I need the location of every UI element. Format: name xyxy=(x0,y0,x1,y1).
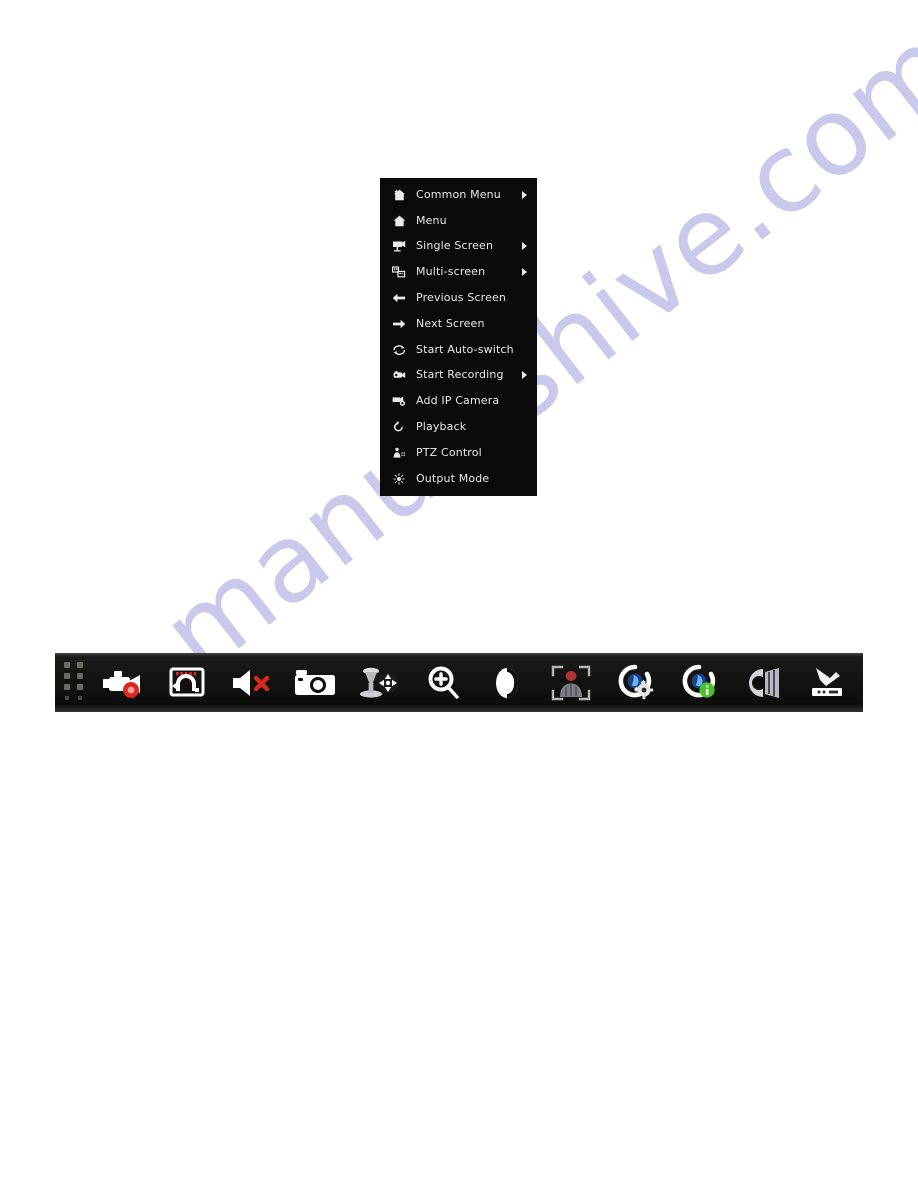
menu-item-label: PTZ Control xyxy=(416,445,482,459)
fisheye-button[interactable] xyxy=(731,657,795,709)
speaker-mute-icon xyxy=(233,669,270,696)
close-arrow-down-icon xyxy=(812,667,842,696)
digital-zoom-button[interactable] xyxy=(411,657,475,709)
auto-switch-icon xyxy=(390,342,408,358)
ptz-control-button[interactable] xyxy=(347,657,411,709)
manual-record-button[interactable] xyxy=(91,657,155,709)
home-icon xyxy=(390,213,408,229)
ptz-control-icon xyxy=(390,445,408,461)
menu-item-label: Start Auto-switch xyxy=(416,342,514,356)
information-button[interactable] xyxy=(667,657,731,709)
single-screen-icon xyxy=(390,238,408,254)
image-settings-button[interactable] xyxy=(475,657,539,709)
magnifier-plus-icon xyxy=(428,666,459,699)
chevron-right-icon xyxy=(522,268,527,277)
menu-item-output-mode[interactable]: Output Mode xyxy=(380,466,537,492)
chevron-right-icon xyxy=(522,242,527,251)
live-view-gear-icon xyxy=(618,664,654,699)
menu-item-common-menu[interactable]: Common Menu xyxy=(380,182,537,208)
menu-item-previous-screen[interactable]: Previous Screen xyxy=(380,285,537,311)
capture-button[interactable] xyxy=(283,657,347,709)
menu-item-label: Start Recording xyxy=(416,368,504,382)
multi-screen-icon xyxy=(390,264,408,280)
quick-access-toolbar[interactable] xyxy=(55,653,863,712)
menu-item-label: Add IP Camera xyxy=(416,394,500,408)
face-detection-button[interactable] xyxy=(539,657,603,709)
playback-icon xyxy=(390,419,408,435)
live-view-info-icon xyxy=(682,664,716,698)
drag-handle-dots[interactable] xyxy=(59,662,89,703)
menu-item-start-recording[interactable]: Start Recording xyxy=(380,363,537,389)
menu-item-next-screen[interactable]: Next Screen xyxy=(380,311,537,337)
menu-item-playback[interactable]: Playback xyxy=(380,414,537,440)
right-click-context-menu[interactable]: Common Menu Menu Single Screen Multi-scr… xyxy=(380,178,537,496)
chevron-right-icon xyxy=(522,190,527,199)
audio-mute-button[interactable] xyxy=(219,657,283,709)
face-detect-frame-icon xyxy=(551,665,591,700)
contrast-circle-icon xyxy=(496,667,518,698)
menu-item-label: Previous Screen xyxy=(416,291,507,305)
menu-item-label: Next Screen xyxy=(416,316,485,330)
menu-item-add-ip-camera[interactable]: Add IP Camera xyxy=(380,388,537,414)
menu-item-label: Multi-screen xyxy=(416,265,486,279)
ptz-joystick-icon xyxy=(360,667,398,698)
menu-item-label: Playback xyxy=(416,420,467,434)
menu-item-multi-screen[interactable]: Multi-screen xyxy=(380,259,537,285)
video-camera-record-icon xyxy=(100,666,146,700)
instant-playback-button[interactable] xyxy=(155,657,219,709)
menu-item-start-auto-switch[interactable]: Start Auto-switch xyxy=(380,337,537,363)
menu-item-ptz-control[interactable]: PTZ Control xyxy=(380,440,537,466)
output-mode-icon xyxy=(390,471,408,487)
live-view-strategy-button[interactable] xyxy=(603,657,667,709)
menu-item-label: Single Screen xyxy=(416,239,494,253)
home-star-icon xyxy=(390,187,408,203)
camera-capture-icon xyxy=(295,669,335,695)
instant-playback-icon xyxy=(169,667,205,696)
close-toolbar-button[interactable] xyxy=(795,657,859,709)
fisheye-expand-icon xyxy=(749,667,779,698)
arrow-right-icon xyxy=(390,316,408,332)
menu-item-single-screen[interactable]: Single Screen xyxy=(380,234,537,260)
menu-item-menu[interactable]: Menu xyxy=(380,208,537,234)
arrow-left-icon xyxy=(390,290,408,306)
menu-item-label: Common Menu xyxy=(416,187,501,201)
record-camera-icon xyxy=(390,367,408,383)
menu-item-label: Menu xyxy=(416,213,447,227)
menu-item-label: Output Mode xyxy=(416,471,490,485)
add-ip-camera-icon xyxy=(390,393,408,409)
chevron-right-icon xyxy=(522,371,527,380)
